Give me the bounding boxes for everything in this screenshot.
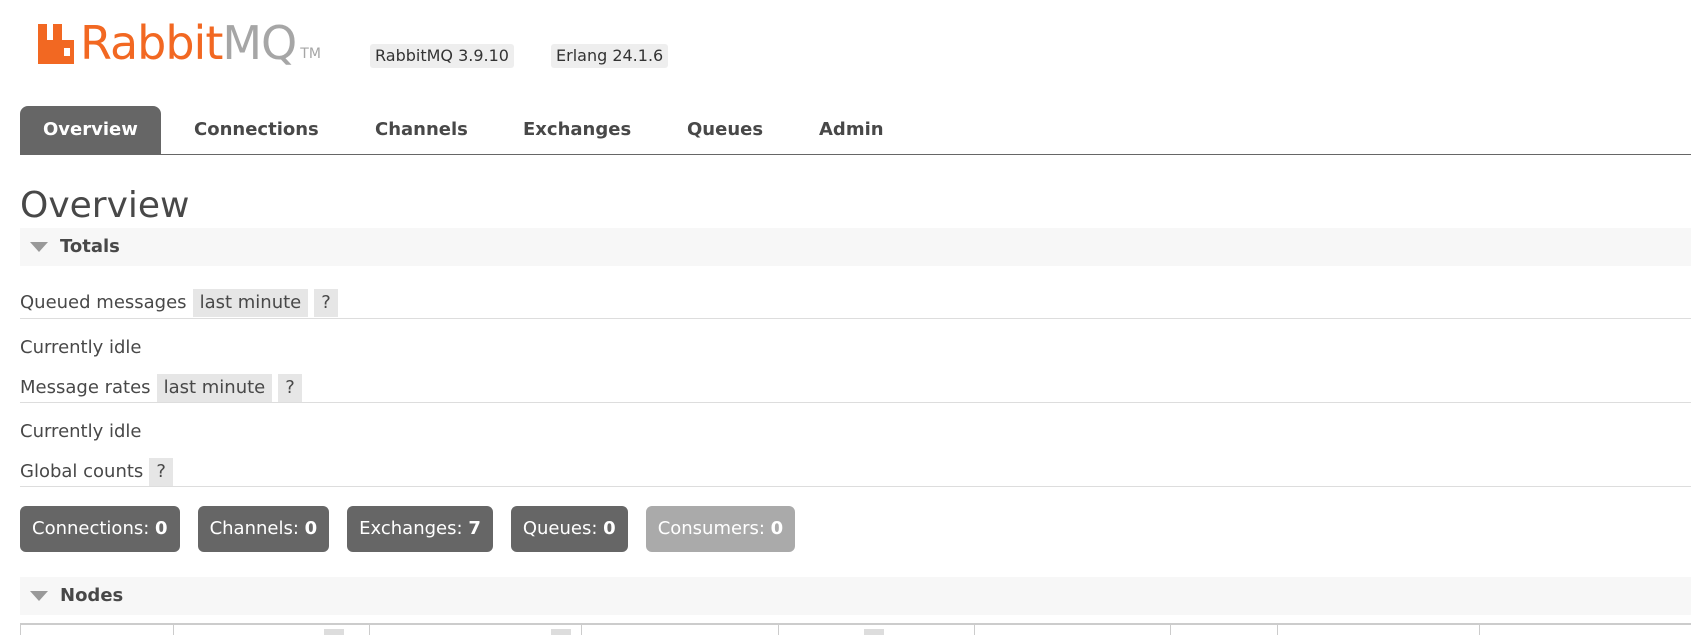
table-column-divider: [778, 625, 779, 635]
page-title: Overview: [20, 185, 190, 226]
rabbitmq-logo[interactable]: Rabbit MQ TM: [36, 16, 321, 66]
tab-connections[interactable]: Connections: [194, 106, 319, 154]
tab-admin[interactable]: Admin: [819, 106, 884, 154]
totals-section-header[interactable]: Totals: [20, 228, 1691, 266]
global-counts-row: Global counts ?: [20, 458, 173, 486]
global-counts-label: Global counts: [20, 461, 144, 482]
count-value: 0: [603, 518, 616, 539]
count-value: 0: [155, 518, 168, 539]
queued-messages-help-button[interactable]: ?: [314, 289, 338, 317]
count-value: 0: [770, 518, 784, 539]
queues-count-button[interactable]: Queues: 0: [510, 506, 628, 552]
table-column-divider: [1170, 625, 1171, 635]
message-rates-status: Currently idle: [20, 421, 142, 442]
erlang-version-badge: Erlang 24.1.6: [551, 44, 669, 68]
column-options-icon[interactable]: [324, 629, 344, 635]
count-label: Connections:: [32, 518, 150, 539]
tab-queues[interactable]: Queues: [687, 106, 763, 154]
main-nav-tabs: Overview Connections Channels Exchanges …: [20, 106, 1691, 155]
logo-trademark: TM: [300, 46, 321, 62]
global-counts: Connections: 0 Channels: 0 Exchanges: 7 …: [20, 506, 813, 552]
queued-messages-row: Queued messages last minute ?: [20, 289, 338, 317]
rabbitmq-version-badge: RabbitMQ 3.9.10: [370, 44, 514, 68]
table-column-divider: [581, 625, 582, 635]
nodes-table: [20, 623, 1691, 635]
rabbitmq-management-page: Rabbit MQ TM RabbitMQ 3.9.10 Erlang 24.1.6…: [0, 0, 1691, 635]
tab-channels[interactable]: Channels: [375, 106, 468, 154]
count-label: Queues:: [522, 518, 598, 539]
queued-messages-label: Queued messages: [20, 292, 187, 313]
queued-messages-range-selector[interactable]: last minute: [192, 289, 309, 317]
table-column-divider: [974, 625, 975, 635]
message-rates-range-selector[interactable]: last minute: [156, 374, 273, 402]
rabbitmq-logo-icon: [38, 24, 74, 64]
channels-count-button[interactable]: Channels: 0: [197, 506, 330, 552]
divider: [20, 402, 1691, 403]
message-rates-label: Message rates: [20, 377, 151, 398]
totals-title: Totals: [60, 236, 120, 257]
logo-rabbit-text: Rabbit: [80, 16, 223, 70]
divider: [20, 318, 1691, 319]
table-column-divider: [369, 625, 370, 635]
divider: [20, 486, 1691, 487]
count-value: 0: [304, 518, 318, 539]
collapse-triangle-icon: [30, 591, 48, 601]
nodes-section-header[interactable]: Nodes: [20, 577, 1691, 615]
nodes-title: Nodes: [60, 585, 124, 606]
column-options-icon[interactable]: [864, 629, 884, 635]
logo-mq-text: MQ: [222, 16, 297, 70]
table-column-divider: [173, 625, 174, 635]
tab-overview[interactable]: Overview: [20, 106, 161, 154]
global-counts-help-button[interactable]: ?: [149, 458, 173, 486]
count-value: 7: [468, 518, 481, 539]
count-label: Exchanges:: [359, 518, 463, 539]
connections-count-button[interactable]: Connections: 0: [20, 506, 180, 552]
column-options-icon[interactable]: [551, 629, 571, 635]
message-rates-row: Message rates last minute ?: [20, 374, 302, 402]
tab-exchanges[interactable]: Exchanges: [523, 106, 631, 154]
consumers-count-button[interactable]: Consumers: 0: [645, 506, 796, 552]
exchanges-count-button[interactable]: Exchanges: 7: [347, 506, 493, 552]
queued-messages-status: Currently idle: [20, 337, 142, 358]
table-column-divider: [1277, 625, 1278, 635]
count-label: Channels:: [209, 518, 299, 539]
message-rates-help-button[interactable]: ?: [278, 374, 302, 402]
collapse-triangle-icon: [30, 242, 48, 252]
table-column-divider: [1479, 625, 1480, 635]
count-label: Consumers:: [657, 518, 765, 539]
